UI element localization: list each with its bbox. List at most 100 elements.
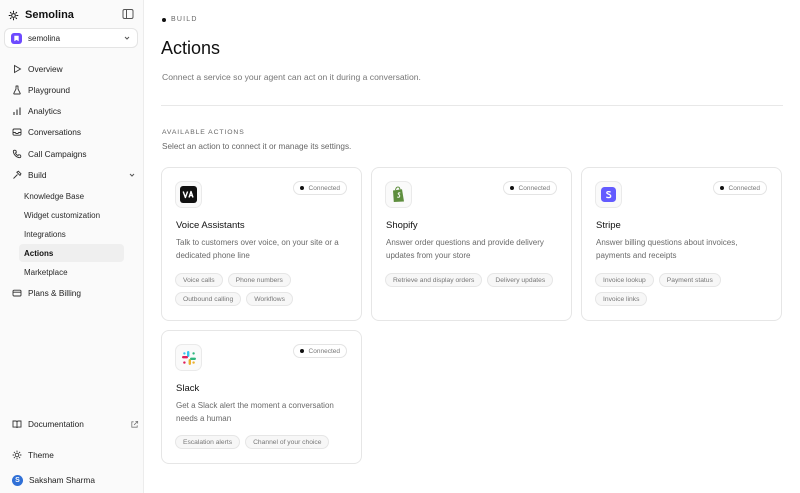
nav-label: Plans & Billing	[28, 288, 82, 298]
card-tags: Escalation alerts Channel of your choice	[175, 435, 353, 449]
nav-analytics[interactable]: Analytics	[8, 102, 132, 120]
tag: Outbound calling	[175, 292, 242, 306]
tag: Retrieve and display orders	[385, 273, 483, 287]
tag: Invoice links	[595, 292, 648, 306]
card-title: Shopify	[386, 220, 418, 231]
nav-widget-customization[interactable]: Widget customization	[19, 206, 124, 224]
section-label: AVAILABLE ACTIONS	[162, 129, 245, 136]
nav-label: Documentation	[28, 419, 84, 429]
shopify-logo-icon	[393, 186, 404, 202]
tag: Payment status	[658, 273, 721, 287]
breadcrumb-label: BUILD	[171, 16, 198, 23]
main-content: BUILD Actions Connect a service so your …	[145, 0, 800, 493]
card-logo	[595, 181, 622, 208]
avatar: S	[12, 474, 23, 486]
nav-plans-billing[interactable]: Plans & Billing	[8, 284, 132, 302]
theme-toggle[interactable]: Theme	[8, 446, 132, 464]
inbox-icon	[12, 128, 22, 136]
nav-knowledge-base[interactable]: Knowledge Base	[19, 187, 124, 205]
credit-card-icon	[12, 289, 22, 297]
brand[interactable]: Semolina	[8, 8, 74, 22]
external-link-icon	[131, 420, 139, 428]
chevron-down-icon	[129, 173, 135, 177]
phone-icon	[12, 149, 22, 159]
card-title: Slack	[176, 383, 200, 394]
hammer-icon	[13, 170, 22, 179]
bar-chart-icon	[13, 107, 21, 115]
brand-logo-icon	[8, 10, 19, 20]
status-label: Connected	[308, 347, 340, 355]
card-title: Voice Assistants	[176, 220, 245, 231]
sun-icon	[12, 450, 22, 460]
sidebar: Semolina semolina Overview Playground An…	[0, 0, 144, 493]
status-dot	[719, 186, 724, 190]
workspace-switcher[interactable]: semolina	[4, 28, 138, 48]
nav-build[interactable]: Build	[8, 166, 135, 184]
card-description: Answer billing questions about invoices,…	[596, 238, 738, 260]
nav-label: Overview	[28, 64, 63, 74]
action-card-shopify[interactable]: Connected Shopify Answer order questions…	[371, 167, 572, 321]
nav-marketplace[interactable]: Marketplace	[19, 263, 124, 281]
book-icon	[12, 420, 22, 429]
status-dot	[299, 349, 304, 353]
tag: Invoice lookup	[595, 273, 654, 287]
tag: Escalation alerts	[175, 435, 241, 449]
workspace-name: semolina	[28, 33, 61, 43]
nav-label: Call Campaigns	[28, 149, 87, 159]
nav-actions[interactable]: Actions	[19, 244, 124, 262]
card-logo	[385, 181, 412, 208]
card-tags: Voice calls Phone numbers Outbound calli…	[175, 273, 353, 306]
tag: Workflows	[246, 292, 293, 306]
section-description: Select an action to connect it or manage…	[162, 142, 352, 151]
status-dot	[299, 186, 304, 190]
status-label: Connected	[518, 184, 550, 192]
flask-icon	[13, 85, 21, 95]
chevron-down-icon	[124, 36, 130, 40]
play-icon	[14, 64, 22, 74]
tag: Channel of your choice	[245, 435, 330, 449]
card-logo	[175, 181, 202, 208]
user-menu[interactable]: S Saksham Sharma	[8, 471, 132, 489]
action-card-voice-assistants[interactable]: Connected Voice Assistants Talk to custo…	[161, 167, 362, 321]
nav-label: Playground	[28, 85, 70, 95]
nav-documentation[interactable]: Documentation	[8, 415, 139, 433]
voice-assistants-logo-icon	[180, 186, 197, 203]
nav-label: Theme	[28, 450, 54, 460]
page-subtitle: Connect a service so your agent can act …	[162, 72, 421, 82]
action-card-slack[interactable]: Connected Slack Get a Slack alert the mo…	[161, 330, 362, 464]
nav-integrations[interactable]: Integrations	[19, 225, 124, 243]
stripe-logo-icon	[601, 187, 616, 202]
tag: Delivery updates	[487, 273, 554, 287]
nav-label: Analytics	[28, 106, 62, 116]
status-badge: Connected	[502, 181, 557, 195]
status-label: Connected	[308, 184, 340, 192]
card-logo	[175, 344, 202, 371]
status-badge: Connected	[292, 344, 347, 358]
sidebar-toggle-icon[interactable]	[122, 8, 134, 20]
app-name: Semolina	[25, 9, 74, 21]
nav-conversations[interactable]: Conversations	[8, 123, 132, 141]
action-card-stripe[interactable]: Connected Stripe Answer billing question…	[581, 167, 782, 321]
card-title: Stripe	[596, 220, 621, 231]
bookmark-icon	[14, 35, 19, 41]
bullet-dot	[162, 17, 166, 22]
divider	[161, 105, 783, 106]
card-tags: Invoice lookup Payment status Invoice li…	[595, 273, 773, 306]
card-tags: Retrieve and display orders Delivery upd…	[385, 273, 563, 287]
nav-label: Conversations	[28, 127, 82, 137]
nav-label: Build	[28, 170, 47, 180]
tag: Voice calls	[175, 273, 223, 287]
breadcrumb: BUILD	[162, 16, 198, 23]
page-title: Actions	[161, 38, 221, 58]
workspace-avatar	[11, 32, 22, 44]
slack-logo-icon	[181, 350, 196, 365]
status-label: Connected	[728, 184, 760, 192]
tag: Phone numbers	[227, 273, 291, 287]
card-description: Talk to customers over voice, on your si…	[176, 238, 339, 260]
nav-call-campaigns[interactable]: Call Campaigns	[8, 145, 132, 163]
nav-playground[interactable]: Playground	[8, 81, 132, 99]
nav-overview[interactable]: Overview	[8, 60, 132, 78]
user-name: Saksham Sharma	[29, 475, 95, 485]
status-badge: Connected	[292, 181, 347, 195]
card-description: Answer order questions and provide deliv…	[386, 238, 544, 260]
